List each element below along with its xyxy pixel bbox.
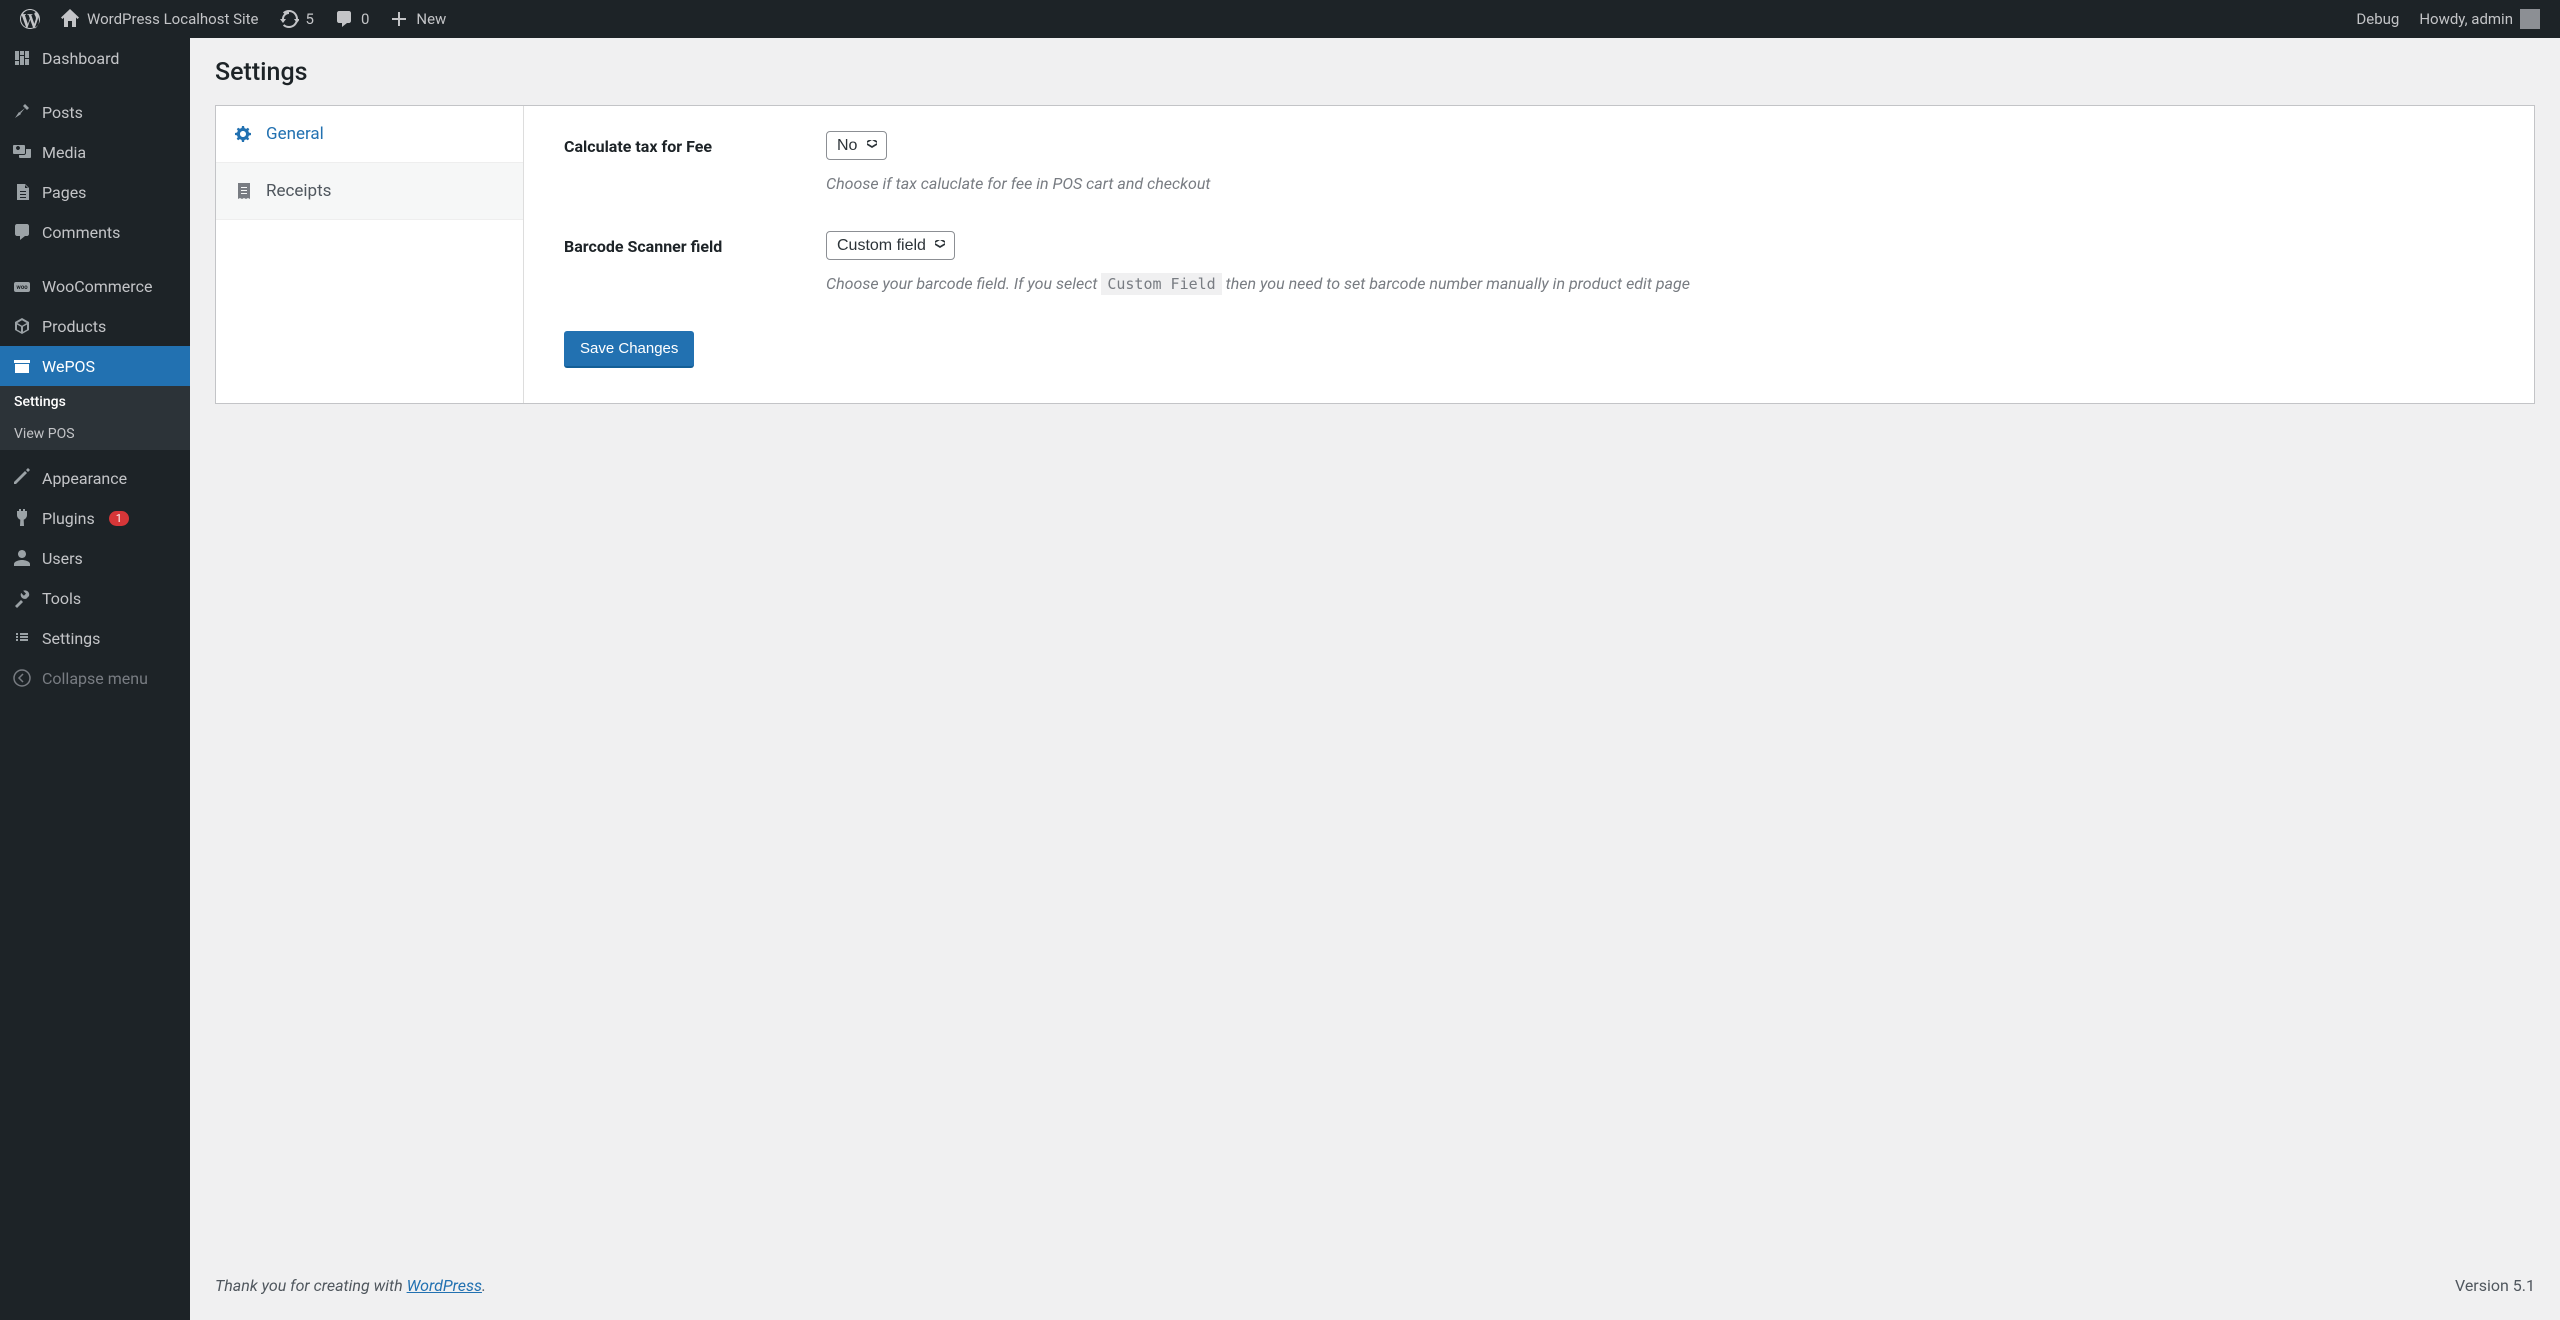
my-account-menu[interactable]: Howdy, admin	[2409, 0, 2550, 38]
collapse-icon	[12, 668, 32, 688]
sidebar-subitem-settings[interactable]: Settings	[0, 386, 190, 418]
collapse-label: Collapse menu	[42, 669, 148, 688]
pages-icon	[12, 182, 32, 202]
gear-icon	[234, 124, 254, 144]
inline-code: Custom Field	[1101, 273, 1221, 295]
tab-general[interactable]: General	[216, 106, 523, 163]
sidebar-subitem-viewpos[interactable]: View POS	[0, 418, 190, 450]
update-icon	[279, 9, 299, 29]
save-button[interactable]: Save Changes	[564, 331, 694, 368]
comments-count-label: 0	[361, 10, 369, 28]
products-icon	[12, 316, 32, 336]
admin-sidebar: Dashboard Posts Media Pages Comments woo…	[0, 38, 190, 1320]
wp-logo-menu[interactable]	[10, 0, 50, 38]
footer-version: Version 5.1	[2455, 1276, 2535, 1295]
woo-icon: woo	[12, 276, 32, 296]
tab-receipts[interactable]: Receipts	[216, 163, 523, 220]
plugins-icon	[12, 508, 32, 528]
field-help: Choose your barcode field. If you select…	[826, 272, 2494, 296]
sidebar-item-label: Settings	[42, 629, 100, 648]
howdy-label: Howdy, admin	[2419, 10, 2513, 28]
receipt-icon	[234, 181, 254, 201]
site-name-label: WordPress Localhost Site	[87, 10, 259, 28]
admin-bar: WordPress Localhost Site 5 0 New Debug H…	[0, 0, 2560, 38]
sidebar-item-label: Products	[42, 317, 106, 336]
site-name-menu[interactable]: WordPress Localhost Site	[50, 0, 269, 38]
new-content-menu[interactable]: New	[379, 0, 456, 38]
users-icon	[12, 548, 32, 568]
sidebar-item-wepos[interactable]: WePOS	[0, 346, 190, 386]
sidebar-item-label: Tools	[42, 589, 81, 608]
sidebar-item-label: Pages	[42, 183, 86, 202]
sidebar-item-tools[interactable]: Tools	[0, 578, 190, 618]
plugins-update-badge: 1	[109, 511, 129, 526]
field-tax-fee: Calculate tax for Fee No Choose if tax c…	[564, 131, 2494, 196]
new-label: New	[416, 10, 446, 28]
sidebar-item-label: Comments	[42, 223, 120, 242]
media-icon	[12, 142, 32, 162]
appearance-icon	[12, 468, 32, 488]
admin-footer: Thank you for creating with WordPress. V…	[215, 1246, 2535, 1295]
sidebar-item-appearance[interactable]: Appearance	[0, 458, 190, 498]
field-help: Choose if tax caluclate for fee in POS c…	[826, 172, 2494, 196]
sidebar-item-dashboard[interactable]: Dashboard	[0, 38, 190, 78]
field-label: Barcode Scanner field	[564, 231, 826, 256]
sidebar-item-label: Appearance	[42, 469, 127, 488]
barcode-select[interactable]: Custom field	[826, 231, 955, 260]
svg-text:woo: woo	[16, 284, 28, 291]
footer-thankyou: Thank you for creating with WordPress.	[215, 1276, 486, 1295]
sidebar-item-pages[interactable]: Pages	[0, 172, 190, 212]
sidebar-collapse[interactable]: Collapse menu	[0, 658, 190, 698]
wepos-icon	[12, 356, 32, 376]
wordpress-link[interactable]: WordPress	[407, 1276, 482, 1295]
comments-menu[interactable]: 0	[324, 0, 379, 38]
tools-icon	[12, 588, 32, 608]
sidebar-submenu-wepos: Settings View POS	[0, 386, 190, 450]
tab-label: General	[266, 124, 324, 144]
settings-form: Calculate tax for Fee No Choose if tax c…	[524, 106, 2534, 403]
sidebar-item-woocommerce[interactable]: woo WooCommerce	[0, 266, 190, 306]
comment-icon	[12, 222, 32, 242]
sidebar-item-media[interactable]: Media	[0, 132, 190, 172]
field-label: Calculate tax for Fee	[564, 131, 826, 156]
tax-fee-select[interactable]: No	[826, 131, 887, 160]
sidebar-item-label: WePOS	[42, 357, 95, 376]
sidebar-item-label: Posts	[42, 103, 83, 122]
updates-menu[interactable]: 5	[269, 0, 324, 38]
avatar	[2520, 9, 2540, 29]
sidebar-item-settings[interactable]: Settings	[0, 618, 190, 658]
sidebar-item-users[interactable]: Users	[0, 538, 190, 578]
comment-icon	[334, 9, 354, 29]
tab-label: Receipts	[266, 181, 331, 201]
sidebar-item-label: Users	[42, 549, 83, 568]
field-barcode: Barcode Scanner field Custom field Choos…	[564, 231, 2494, 296]
sidebar-item-products[interactable]: Products	[0, 306, 190, 346]
debug-menu[interactable]: Debug	[2346, 0, 2409, 38]
sidebar-item-label: Plugins	[42, 509, 95, 528]
home-icon	[60, 9, 80, 29]
sidebar-item-label: WooCommerce	[42, 277, 152, 296]
settings-panel: General Receipts Calculate tax for Fee N…	[215, 105, 2535, 404]
debug-label: Debug	[2356, 10, 2399, 28]
sidebar-item-comments[interactable]: Comments	[0, 212, 190, 252]
sidebar-item-plugins[interactable]: Plugins 1	[0, 498, 190, 538]
plus-icon	[389, 9, 409, 29]
sidebar-item-label: Dashboard	[42, 49, 119, 68]
sidebar-item-label: Media	[42, 143, 86, 162]
sidebar-item-posts[interactable]: Posts	[0, 92, 190, 132]
main-content: Settings General Receipts Calculate tax …	[190, 38, 2560, 1320]
wordpress-icon	[20, 9, 40, 29]
settings-icon	[12, 628, 32, 648]
updates-count-label: 5	[306, 10, 314, 28]
settings-tabs: General Receipts	[216, 106, 524, 403]
page-title: Settings	[215, 38, 2535, 105]
dashboard-icon	[12, 48, 32, 68]
pin-icon	[12, 102, 32, 122]
